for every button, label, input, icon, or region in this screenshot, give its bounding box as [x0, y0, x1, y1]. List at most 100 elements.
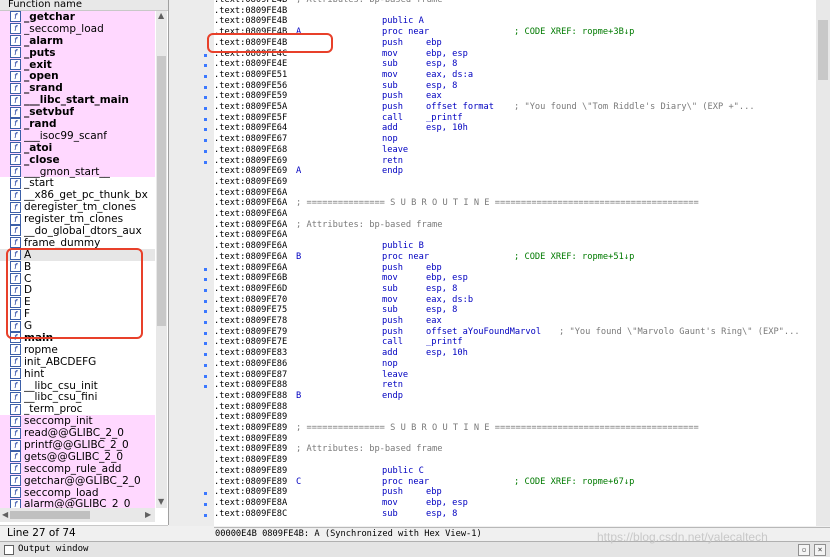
scroll-left-arrow-icon[interactable]: ◀: [2, 511, 8, 519]
line-operand: esp, 8: [426, 508, 458, 519]
disasm-line[interactable]: .text:0809FE89 ; =============== S U B R …: [214, 423, 814, 434]
function-item[interactable]: f _rand: [0, 118, 155, 130]
function-item[interactable]: f seccomp_init: [0, 415, 155, 427]
function-item[interactable]: f __x86_get_pc_thunk_bx: [0, 189, 155, 201]
disasm-line[interactable]: .text:0809FE89 ; Attributes: bp-based fra…: [214, 444, 814, 455]
line-comment: ; =============== S U B R O U T I N E ==…: [296, 423, 699, 433]
disassembly-view[interactable]: .text:0809FE4B ; Attributes: bp-based fra…: [169, 0, 830, 526]
disasm-line[interactable]: .text:0809FE8C sub esp, 8: [214, 509, 814, 520]
disasm-line[interactable]: .text:0809FE6B mov ebp, esp: [214, 273, 814, 284]
disasm-line[interactable]: .text:0809FE6A ; =============== S U B R …: [214, 198, 814, 209]
function-icon: f: [10, 451, 21, 463]
disasm-line[interactable]: .text:0809FE89: [214, 412, 814, 423]
function-item[interactable]: f _getchar: [0, 11, 155, 23]
function-item[interactable]: f _alarm: [0, 35, 155, 47]
disasm-line[interactable]: .text:0809FE4E sub esp, 8: [214, 59, 814, 70]
disasm-line[interactable]: .text:0809FE83 add esp, 10h: [214, 348, 814, 359]
function-item[interactable]: f __libc_csu_fini: [0, 391, 155, 403]
disasm-line[interactable]: .text:0809FE79 push offset aYouFoundMarvol…: [214, 327, 814, 338]
function-item[interactable]: f ___isoc99_scanf: [0, 130, 155, 142]
disasm-line[interactable]: .text:0809FE4B public A: [214, 16, 814, 27]
disasm-line[interactable]: .text:0809FE6A: [214, 209, 814, 220]
disasm-line[interactable]: .text:0809FE7E call _printf: [214, 337, 814, 348]
function-item[interactable]: f gets@@GLIBC_2_0: [0, 451, 155, 463]
function-item[interactable]: f _puts: [0, 47, 155, 59]
disasm-line[interactable]: .text:0809FE87 leave: [214, 370, 814, 381]
disasm-line[interactable]: .text:0809FE4B: [214, 6, 814, 17]
restore-window-icon[interactable]: ▫: [798, 544, 810, 556]
scroll-up-arrow-icon[interactable]: ▲: [158, 12, 164, 20]
line-comment: ; =============== S U B R O U T I N E ==…: [296, 198, 699, 209]
disasm-line[interactable]: .text:0809FE88 Bendp: [214, 391, 814, 402]
disasm-line[interactable]: .text:0809FE69: [214, 177, 814, 188]
function-item[interactable]: f _term_proc: [0, 403, 155, 415]
disasm-line[interactable]: .text:0809FE89 Cproc near ; CODE XREF: rop…: [214, 477, 814, 488]
function-item[interactable]: f _exit: [0, 59, 155, 71]
disasm-line[interactable]: .text:0809FE6A public B: [214, 241, 814, 252]
disasm-line[interactable]: .text:0809FE88: [214, 402, 814, 413]
functions-column-header[interactable]: Function name: [0, 0, 168, 11]
disasm-line[interactable]: .text:0809FE88 retn: [214, 380, 814, 391]
function-item[interactable]: f alarm@@GLIBC_2_0: [0, 498, 155, 508]
scroll-down-arrow-icon[interactable]: ▼: [158, 498, 164, 506]
disasm-line[interactable]: .text:0809FE69 Aendp: [214, 166, 814, 177]
functions-vertical-scrollbar[interactable]: ▲ ▼: [156, 11, 167, 508]
disasm-line[interactable]: .text:0809FE78 push eax: [214, 316, 814, 327]
disasm-line[interactable]: .text:0809FE56 sub esp, 8: [214, 81, 814, 92]
line-mnemonic: public C: [382, 465, 424, 476]
function-label: seccomp_rule_add: [24, 462, 122, 475]
disassembly-scrollbar-thumb[interactable]: [818, 20, 828, 80]
disasm-line[interactable]: .text:0809FE6A Bproc near ; CODE XREF: rop…: [214, 252, 814, 263]
disasm-line[interactable]: .text:0809FE89 public C: [214, 466, 814, 477]
functions-hscroll-thumb[interactable]: [10, 511, 90, 519]
disasm-line[interactable]: .text:0809FE6A ; Attributes: bp-based fra…: [214, 220, 814, 231]
disasm-line[interactable]: .text:0809FE51 mov eax, ds:a: [214, 70, 814, 81]
disasm-line[interactable]: .text:0809FE6A: [214, 188, 814, 199]
function-item[interactable]: f ___libc_start_main: [0, 94, 155, 106]
function-item[interactable]: f _setvbuf: [0, 106, 155, 118]
disassembly-listing[interactable]: .text:0809FE4B ; Attributes: bp-based fra…: [214, 0, 816, 526]
disasm-line[interactable]: .text:0809FE68 leave: [214, 145, 814, 156]
disasm-line[interactable]: .text:0809FE69 retn: [214, 156, 814, 167]
disasm-line[interactable]: .text:0809FE6A push ebp: [214, 263, 814, 274]
disasm-line[interactable]: .text:0809FE5F call _printf: [214, 113, 814, 124]
function-item[interactable]: f seccomp_rule_add: [0, 463, 155, 475]
function-item[interactable]: f _seccomp_load: [0, 23, 155, 35]
function-item[interactable]: f _srand: [0, 82, 155, 94]
disasm-line[interactable]: .text:0809FE59 push eax: [214, 91, 814, 102]
function-item[interactable]: f printf@@GLIBC_2_0: [0, 439, 155, 451]
disassembly-vertical-scrollbar[interactable]: [816, 0, 830, 526]
disasm-line[interactable]: .text:0809FE70 mov eax, ds:b: [214, 295, 814, 306]
function-item[interactable]: f seccomp_load: [0, 487, 155, 499]
disasm-line[interactable]: .text:0809FE89: [214, 455, 814, 466]
disasm-line[interactable]: .text:0809FE89 push ebp: [214, 487, 814, 498]
function-item[interactable]: f hint: [0, 368, 155, 380]
function-item[interactable]: f ___gmon_start__: [0, 166, 155, 178]
function-item[interactable]: f _close: [0, 154, 155, 166]
disasm-line[interactable]: .text:0809FE5A push offset format ; "You fo…: [214, 102, 814, 113]
functions-scrollbar-thumb[interactable]: [157, 56, 166, 326]
disasm-line[interactable]: .text:0809FE67 nop: [214, 134, 814, 145]
function-item[interactable]: f read@@GLIBC_2_0: [0, 427, 155, 439]
disasm-line[interactable]: .text:0809FE75 sub esp, 8: [214, 305, 814, 316]
function-item[interactable]: f _open: [0, 70, 155, 82]
disasm-line[interactable]: .text:0809FE6D sub esp, 8: [214, 284, 814, 295]
close-window-icon[interactable]: ×: [814, 544, 826, 556]
function-item[interactable]: f register_tm_clones: [0, 213, 155, 225]
function-item[interactable]: f ropme: [0, 344, 155, 356]
function-item[interactable]: f __libc_csu_init: [0, 380, 155, 392]
function-item[interactable]: f _start: [0, 177, 155, 189]
disasm-line[interactable]: .text:0809FE64 add esp, 10h: [214, 123, 814, 134]
function-item[interactable]: f _atoi: [0, 142, 155, 154]
functions-horizontal-scrollbar[interactable]: ◀ ▶: [0, 508, 155, 522]
function-item[interactable]: f getchar@@GLIBC_2_0: [0, 475, 155, 487]
scroll-right-arrow-icon[interactable]: ▶: [145, 511, 151, 519]
function-item[interactable]: f deregister_tm_clones: [0, 201, 155, 213]
disasm-line[interactable]: .text:0809FE89: [214, 434, 814, 445]
function-item[interactable]: f init_ABCDEFG: [0, 356, 155, 368]
function-item[interactable]: f __do_global_dtors_aux: [0, 225, 155, 237]
disasm-line[interactable]: .text:0809FE8A mov ebp, esp: [214, 498, 814, 509]
disasm-line[interactable]: .text:0809FE86 nop: [214, 359, 814, 370]
line-operand: esp, 8: [426, 305, 458, 316]
disasm-line[interactable]: .text:0809FE6A: [214, 230, 814, 241]
